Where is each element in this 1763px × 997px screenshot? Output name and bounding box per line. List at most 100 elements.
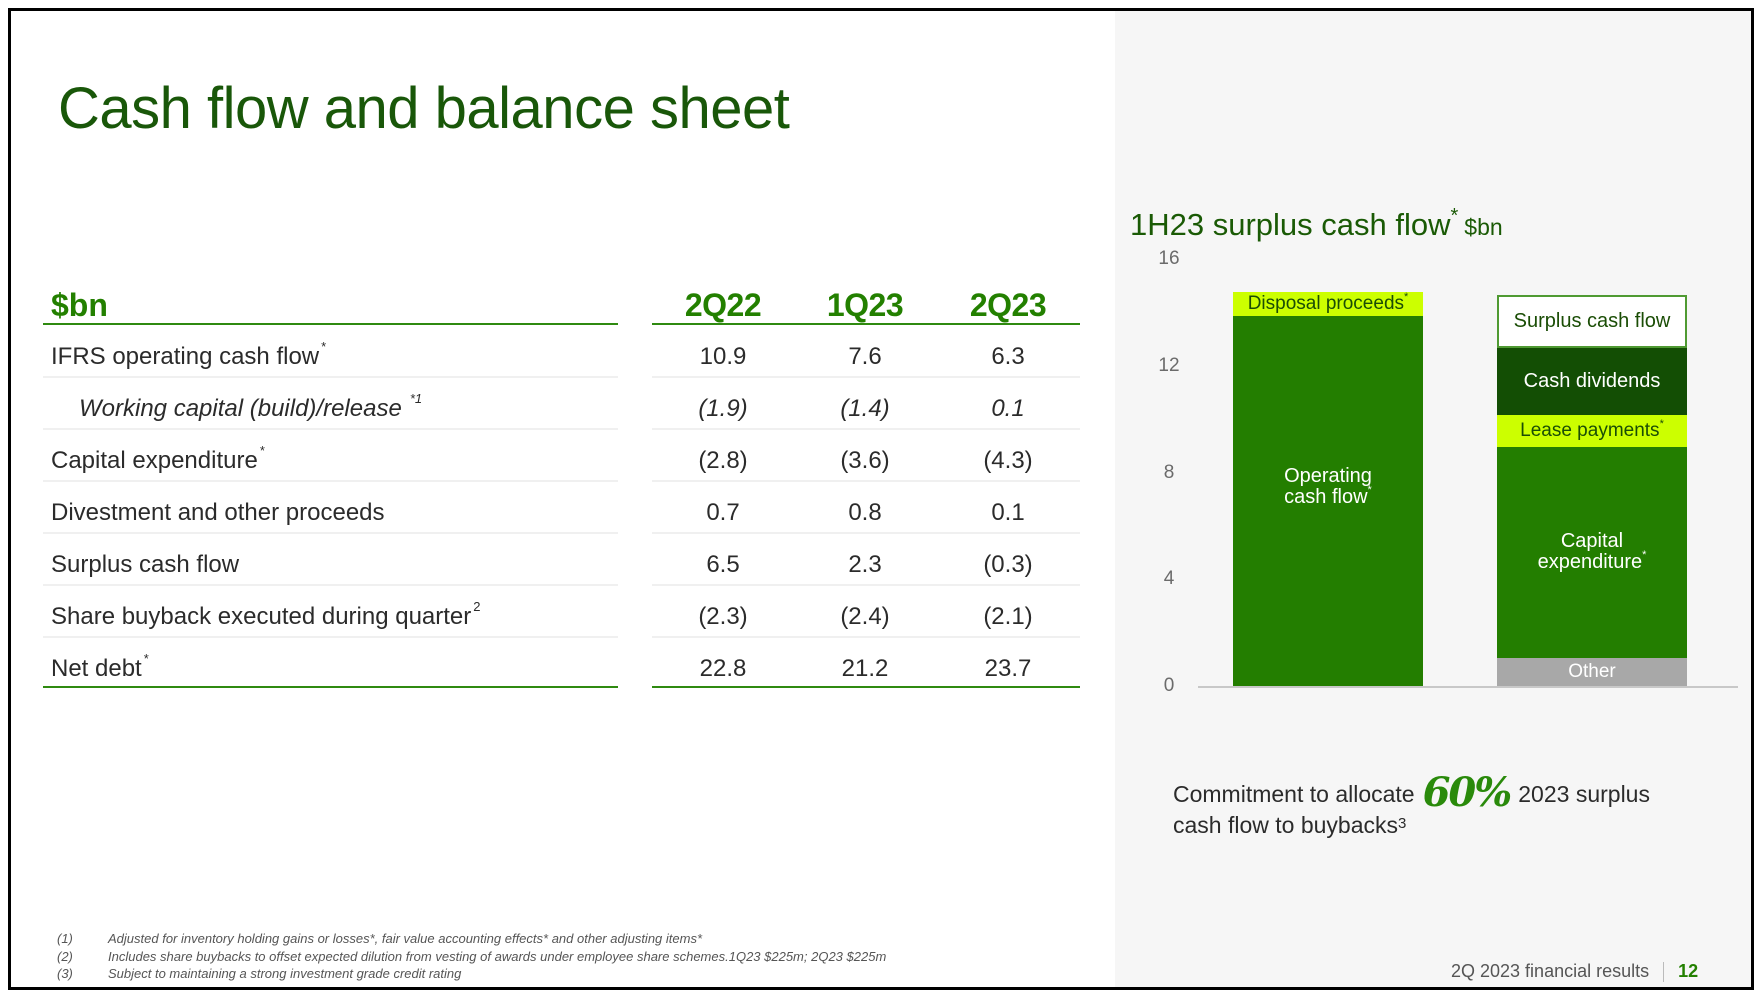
row-divider — [652, 376, 1080, 378]
footnote-text: Includes share buybacks to offset expect… — [108, 948, 887, 964]
row-footnote-marker: * — [321, 339, 327, 354]
table-cell: (1.9) — [698, 395, 748, 422]
segment-label-text: Other — [1568, 661, 1616, 683]
row-label-text: Net debt — [51, 655, 142, 682]
row-label-text: IFRS operating cash flow — [51, 343, 320, 370]
slide: Cash flow and balance sheet $bn 2Q22 1Q2… — [8, 8, 1754, 990]
header-rule-left — [43, 323, 618, 325]
segment-label: Operating cash flow* — [1263, 466, 1393, 508]
table-cell: 10.9 — [699, 343, 747, 370]
row-label-text: Capital expenditure — [51, 447, 258, 474]
footnotes: (1) Adjusted for inventory holding gains … — [57, 931, 886, 984]
column-header-2q22: 2Q22 — [684, 287, 762, 323]
row-label-text: Divestment and other proceeds — [51, 499, 385, 526]
table-row-label: Divestment and other proceeds — [51, 499, 385, 527]
table-cell: 0.1 — [991, 395, 1025, 422]
row-divider — [652, 532, 1080, 534]
bar-segment-other: Other — [1497, 657, 1687, 687]
table-cell: 6.5 — [706, 551, 740, 578]
y-tick-label: 8 — [1163, 461, 1175, 483]
segment-label-text: Surplus cash flow — [1513, 309, 1671, 332]
row-footnote-marker: * — [259, 443, 265, 458]
row-footnote-marker: *1 — [409, 391, 423, 406]
table-row-label: Net debt * — [51, 651, 149, 683]
commitment-line2: cash flow to buybacks — [1173, 812, 1399, 838]
segment-marker: * — [1404, 291, 1409, 304]
row-divider — [652, 428, 1080, 430]
bar-segment-lease-payments: Lease payments* — [1497, 414, 1687, 447]
footnote-number: (2) — [57, 948, 73, 964]
commitment-suffix: 2023 surplus — [1518, 781, 1650, 807]
table-cell: (2.4) — [840, 603, 890, 630]
table-cell: (0.3) — [983, 551, 1033, 578]
row-divider — [43, 376, 618, 378]
row-divider — [43, 584, 618, 586]
segment-label: Cash dividends — [1523, 369, 1661, 392]
chart-title-marker: * — [1450, 205, 1459, 227]
row-divider — [43, 532, 618, 534]
buyback-commitment: Commitment to allocate 60% 2023 surplus cas… — [1173, 773, 1733, 841]
chart-unit: $bn — [1464, 214, 1503, 240]
commitment-percent: 60% — [1422, 769, 1513, 816]
y-tick-label: 16 — [1158, 248, 1180, 269]
footnote-text: Adjusted for inventory holding gains or … — [108, 931, 703, 946]
footnote-number: (3) — [57, 966, 73, 981]
table-cell: 0.8 — [848, 499, 882, 526]
footnote-number: (1) — [57, 931, 73, 946]
commitment-marker: 3 — [1398, 815, 1407, 832]
segment-marker: * — [1642, 549, 1647, 562]
row-label-text: Surplus cash flow — [51, 551, 240, 578]
table-unit-header: $bn — [51, 287, 108, 323]
segment-label-text: Cash dividends — [1523, 369, 1661, 392]
segment-label-text: Lease payments — [1520, 419, 1660, 441]
table-cell: 22.8 — [699, 655, 747, 682]
table-cell: 23.7 — [984, 655, 1032, 682]
bar-segment-cash-dividends: Cash dividends — [1497, 348, 1687, 415]
row-label-text: Working capital (build)/release — [79, 395, 402, 422]
page-number: 12 — [1678, 961, 1699, 981]
table-row-label: Working capital (build)/release *1 — [79, 391, 422, 423]
segment-label: Surplus cash flow — [1513, 309, 1671, 332]
table-cell: 21.2 — [841, 655, 889, 682]
table-cell: (3.6) — [840, 447, 890, 474]
x-axis-line — [1198, 686, 1738, 688]
segment-label: Disposal proceeds* — [1247, 291, 1409, 315]
table-row-label: IFRS operating cash flow * — [51, 339, 326, 371]
segment-label: Capital expenditure* — [1527, 531, 1657, 573]
y-tick-label: 4 — [1163, 568, 1175, 590]
footnote-text: Subject to maintaining a strong investme… — [108, 966, 462, 981]
footnote: (3) Subject to maintaining a strong inves… — [57, 966, 886, 984]
segment-label-text: Operating cash flow — [1284, 465, 1372, 509]
table-cell: (2.1) — [983, 603, 1033, 630]
column-header-1q23: 1Q23 — [826, 287, 904, 323]
table-row-label: Capital expenditure * — [51, 443, 265, 475]
page-title: Cash flow and balance sheet — [58, 76, 790, 141]
chart-title: 1H23 surplus cash flow* $bn — [1130, 205, 1503, 243]
segment-marker: * — [1367, 484, 1372, 497]
bar-segment-disposal-proceeds: Disposal proceeds* — [1233, 291, 1423, 317]
chart-title-text: 1H23 surplus cash flow — [1130, 207, 1451, 242]
commitment-prefix: Commitment to allocate — [1173, 781, 1415, 807]
row-footnote-marker: 2 — [473, 599, 481, 614]
table-cell: 2.3 — [848, 551, 882, 578]
table-cell: (2.8) — [698, 447, 748, 474]
row-divider — [652, 584, 1080, 586]
row-divider — [43, 428, 618, 430]
footnote: (1) Adjusted for inventory holding gains … — [57, 931, 886, 949]
table-row-label: Surplus cash flow — [51, 551, 239, 579]
bar-segment-surplus-cash-flow: Surplus cash flow — [1497, 294, 1687, 349]
table-cell: (1.4) — [840, 395, 890, 422]
header-rule-right — [652, 323, 1080, 325]
slide-footer: 2Q 2023 financial results 12 — [1451, 961, 1699, 983]
row-divider — [652, 480, 1080, 482]
y-tick-label: 0 — [1163, 675, 1175, 696]
footnote: (2) Includes share buybacks to offset exp… — [57, 949, 886, 967]
bottom-rule-right — [652, 686, 1080, 688]
table-cell: (2.3) — [698, 603, 748, 630]
column-header-2q23: 2Q23 — [969, 287, 1047, 323]
table-cell: 6.3 — [991, 343, 1025, 370]
segment-label-text: Capital expenditure — [1537, 530, 1643, 574]
segment-label-text: Disposal proceeds — [1247, 293, 1405, 315]
footer-label: 2Q 2023 financial results — [1451, 961, 1650, 981]
y-tick-label: 12 — [1158, 354, 1180, 376]
